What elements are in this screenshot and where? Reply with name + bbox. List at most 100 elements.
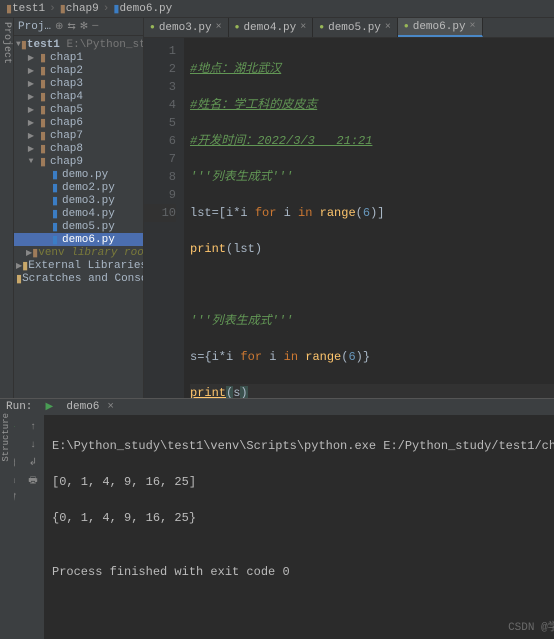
wrap-icon[interactable]: ↲	[24, 455, 42, 471]
t: range	[320, 206, 356, 220]
tab-label: demo4.py	[243, 22, 296, 34]
collapse-icon[interactable]: —	[92, 21, 98, 32]
editor-tabs: ●demo3.py× ●demo4.py× ●demo5.py× ●demo6.…	[144, 18, 554, 38]
code-docstring: '''列表生成式'''	[190, 314, 293, 328]
tree-item-file[interactable]: ▮demo5.py	[14, 220, 143, 233]
panel-header: Proj… ⊕ ⇆ ✻ —	[14, 18, 143, 36]
tree-item-venv[interactable]: ▶▮venv library root	[14, 246, 143, 259]
t: in	[284, 350, 298, 364]
code-comment: #开发时间：2022/3/3 21:21	[190, 134, 372, 148]
tab[interactable]: ●demo3.py×	[144, 18, 229, 37]
tree-item-file[interactable]: ▮demo3.py	[14, 194, 143, 207]
editor-area: ●demo3.py× ●demo4.py× ●demo5.py× ●demo6.…	[144, 18, 554, 398]
tree-item-scratch[interactable]: ▮Scratches and Consoles	[14, 272, 143, 285]
code-docstring: '''列表生成式'''	[190, 170, 293, 184]
chevron-icon: ›	[103, 3, 110, 15]
tree-item-file[interactable]: ▮demo6.py	[14, 233, 143, 246]
tab-label: demo3.py	[159, 22, 212, 34]
tree-item-chap[interactable]: ▶▮chap2	[14, 64, 143, 77]
console-output[interactable]: E:\Python_study\test1\venv\Scripts\pytho…	[44, 415, 554, 639]
panel-title: Proj…	[18, 21, 51, 33]
tab[interactable]: ● demo5.py ×	[313, 18, 398, 37]
tree-label: chap2	[50, 65, 83, 77]
up-icon[interactable]: ↑	[24, 419, 42, 435]
tree-label: External Libraries	[28, 260, 144, 272]
tree-label: chap7	[50, 130, 83, 142]
print-icon[interactable]: 🖶	[24, 473, 42, 489]
crumb-2[interactable]: chap9	[66, 3, 99, 15]
t: 6	[363, 206, 370, 220]
tab-label: demo5.py	[328, 22, 381, 34]
tree-label: Scratches and Consoles	[22, 273, 144, 285]
tab[interactable]: ● demo6.py ×	[398, 18, 483, 37]
close-icon[interactable]: ×	[107, 401, 114, 413]
tree-label: chap5	[50, 104, 83, 116]
tree-label: demo.py	[62, 169, 108, 181]
tree-label: chap9	[50, 156, 83, 168]
py-icon: ●	[319, 23, 324, 32]
py-icon: ●	[235, 23, 240, 32]
run-file[interactable]: demo6	[66, 401, 99, 413]
tree-label: demo3.py	[62, 195, 115, 207]
close-icon[interactable]: ×	[300, 22, 306, 33]
t: for	[240, 350, 262, 364]
t	[312, 206, 319, 220]
left-gutter-bottom: Structure	[0, 409, 14, 509]
tree-label: venv	[38, 247, 64, 259]
tree-label: demo5.py	[62, 221, 115, 233]
tree-label: chap8	[50, 143, 83, 155]
t: )]	[370, 206, 384, 220]
console-line: {0, 1, 4, 9, 16, 25}	[52, 509, 554, 527]
project-panel: Proj… ⊕ ⇆ ✻ — ▼▮test1 E:\Python_study\te…	[14, 18, 144, 398]
tab[interactable]: ●demo4.py ×	[229, 18, 314, 37]
py-icon: ●	[404, 22, 409, 31]
t: print	[190, 242, 226, 256]
crumb-1[interactable]: test1	[12, 3, 45, 15]
tree-item-file[interactable]: ▮demo4.py	[14, 207, 143, 220]
play-icon: ▶	[40, 399, 58, 415]
run-panel: Run: ▶ demo6 × ▶↑ ■↓ ▤↲ ⎙🖶 🗑 E:\Python_s…	[0, 398, 554, 509]
left-gutter: Project	[0, 18, 14, 398]
structure-tool-tab[interactable]: Structure	[0, 409, 12, 466]
t: s={i*i	[190, 350, 240, 364]
tree-item-extlib[interactable]: ▶▮External Libraries	[14, 259, 143, 272]
tree-root[interactable]: ▼▮test1 E:\Python_study\te	[14, 38, 143, 51]
tree-item-chap[interactable]: ▶▮chap7	[14, 129, 143, 142]
tree-item-chap[interactable]: ▶▮chap1	[14, 51, 143, 64]
breadcrumb: ▮ test1 › ▮ chap9 › ▮ demo6.py	[0, 0, 554, 18]
tree-label: chap1	[50, 52, 83, 64]
t: )}	[356, 350, 370, 364]
console-line: E:\Python_study\test1\venv\Scripts\pytho…	[52, 437, 554, 455]
watermark: CSDN @学工科的皮皮志^_^	[508, 619, 554, 637]
close-icon[interactable]: ×	[385, 22, 391, 33]
tab-label: demo6.py	[413, 21, 466, 33]
target-icon[interactable]: ⊕	[55, 21, 63, 33]
t: for	[255, 206, 277, 220]
tree-item-chap[interactable]: ▶▮chap3	[14, 77, 143, 90]
t: i	[276, 206, 298, 220]
project-tool-tab[interactable]: Project	[1, 22, 12, 64]
tree-item-file[interactable]: ▮demo.py	[14, 168, 143, 181]
tree-item-chap[interactable]: ▶▮chap8	[14, 142, 143, 155]
t: in	[298, 206, 312, 220]
tree-item-file[interactable]: ▮demo2.py	[14, 181, 143, 194]
down-icon[interactable]: ↓	[24, 437, 42, 453]
close-icon[interactable]: ×	[470, 21, 476, 32]
t: 6	[348, 350, 355, 364]
tree-item-chap[interactable]: ▶▮chap4	[14, 90, 143, 103]
code-area[interactable]: 12345678910 #地点：湖北武汉 #姓名：学工科的皮皮志 #开发时间：2…	[144, 38, 554, 398]
expand-icon[interactable]: ⇆	[67, 21, 75, 33]
code-content[interactable]: #地点：湖北武汉 #姓名：学工科的皮皮志 #开发时间：2022/3/3 21:2…	[184, 38, 554, 398]
project-tree: ▼▮test1 E:\Python_study\te ▶▮chap1 ▶▮cha…	[14, 36, 143, 287]
close-icon[interactable]: ×	[216, 22, 222, 33]
console-line: [0, 1, 4, 9, 16, 25]	[52, 473, 554, 491]
tree-item-chap[interactable]: ▶▮chap5	[14, 103, 143, 116]
t: )	[240, 386, 247, 398]
line-gutter: 12345678910	[144, 38, 184, 398]
tree-item-chap[interactable]: ▼▮chap9	[14, 155, 143, 168]
console-line: Process finished with exit code 0	[52, 563, 554, 581]
crumb-3[interactable]: demo6.py	[119, 3, 172, 15]
code-comment: #姓名：学工科的皮皮志	[190, 98, 317, 112]
tree-item-chap[interactable]: ▶▮chap6	[14, 116, 143, 129]
gear-icon[interactable]: ✻	[80, 21, 88, 33]
